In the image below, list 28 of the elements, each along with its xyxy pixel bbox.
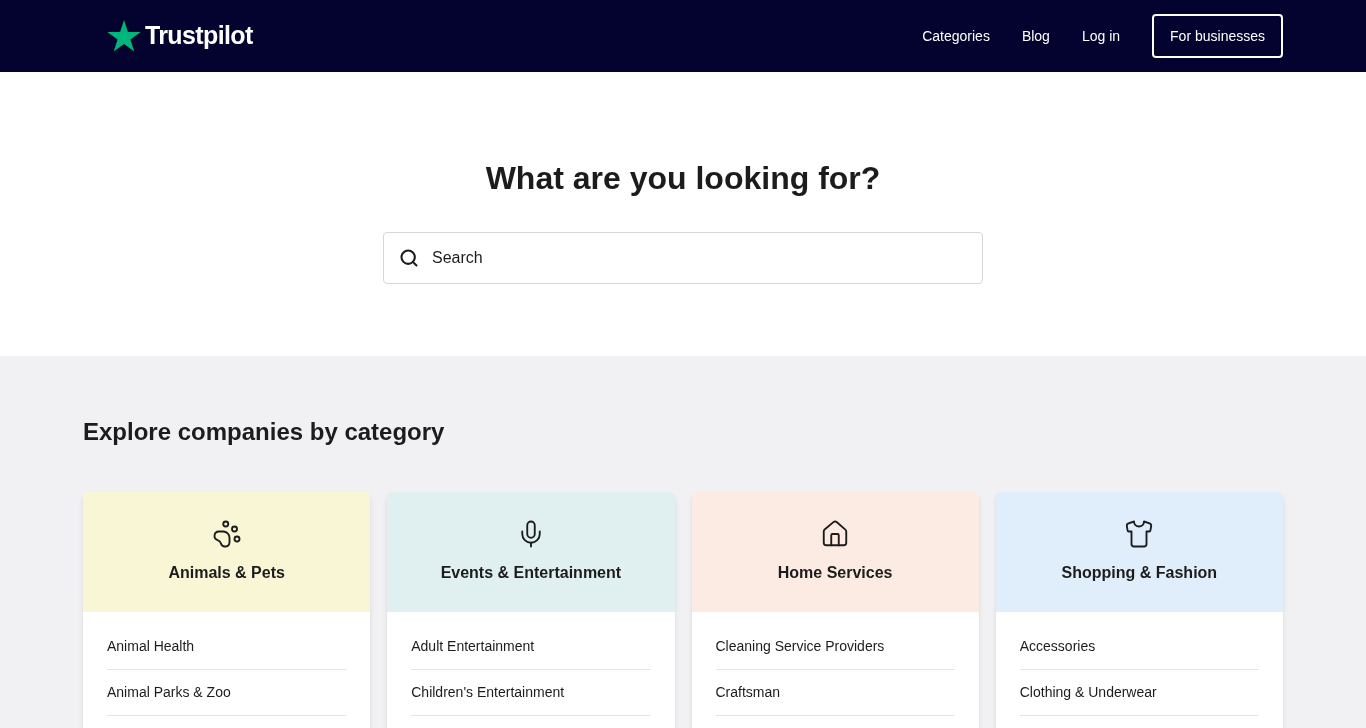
category-title[interactable]: Animals & Pets (168, 561, 285, 585)
section-heading: Explore companies by category (83, 417, 446, 447)
card-header[interactable]: Home Services (691, 492, 979, 612)
star-icon (107, 20, 141, 52)
search-field[interactable]: Search (383, 232, 983, 284)
card-header[interactable]: Events & Entertainment (387, 492, 675, 612)
category-title[interactable]: Events & Entertainment (440, 561, 622, 585)
subcategory-link[interactable]: Cleaning Service Providers (715, 636, 885, 657)
logo[interactable]: Trustpilot (107, 17, 253, 55)
subcategory-link[interactable]: Animal Parks & Zoo (107, 682, 231, 703)
nav-link[interactable]: Blog (1021, 25, 1050, 47)
card-header[interactable]: Shopping & Fashion (995, 492, 1283, 612)
subcategory-link[interactable]: Adult Entertainment (411, 636, 535, 657)
nav-link[interactable]: Log in (1081, 25, 1121, 47)
page-heading: What are you looking for? (485, 159, 881, 198)
card-header[interactable]: Animals & Pets (83, 492, 371, 612)
category-title[interactable]: Home Services (777, 561, 893, 585)
for-businesses-button[interactable]: For businesses (1152, 14, 1283, 58)
subcategory-link[interactable]: Accessories (1019, 636, 1096, 657)
subcategory-link[interactable]: Animal Health (107, 636, 195, 657)
subcategory-link[interactable]: Children's Entertainment (411, 682, 565, 703)
subcategory-link[interactable]: Clothing & Underwear (1019, 682, 1157, 703)
nav-link[interactable]: Categories (922, 25, 990, 47)
subcategory-link[interactable]: Craftsman (715, 682, 781, 703)
category-title[interactable]: Shopping & Fashion (1061, 561, 1218, 585)
paw-icon (211, 519, 242, 549)
shirt-icon (1124, 519, 1155, 549)
search-icon (399, 248, 419, 268)
